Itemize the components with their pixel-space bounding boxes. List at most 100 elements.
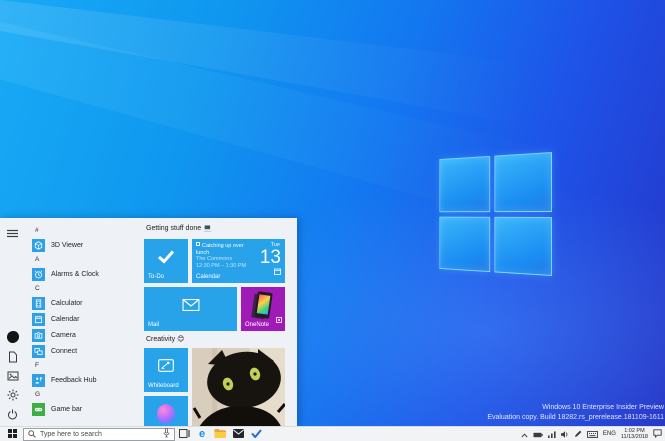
- mail-button[interactable]: [229, 427, 247, 441]
- app-item-game-bar[interactable]: Game bar: [30, 401, 142, 417]
- app-item-label: Calendar: [51, 315, 80, 323]
- edge-button[interactable]: e: [193, 427, 211, 441]
- watermark-line1: Windows 10 Enterprise Insider Preview: [542, 404, 664, 411]
- system-tray: ENG 1:02 PM 11/13/2018: [521, 425, 665, 441]
- windows-logo-pane: [439, 216, 491, 273]
- phone-screen: [256, 294, 271, 315]
- edge-icon: e: [198, 427, 206, 440]
- user-account-button[interactable]: [6, 331, 19, 343]
- microphone-icon[interactable]: [163, 425, 170, 441]
- calendar-event-title: Catching up over lunch: [196, 242, 244, 256]
- expand-menu-button[interactable]: [5, 226, 21, 240]
- tile-label: Whiteboard: [148, 383, 179, 389]
- tile-label: OneNote: [245, 322, 270, 328]
- tile-whiteboard[interactable]: Whiteboard: [144, 348, 188, 392]
- app-list-section-header[interactable]: A: [30, 253, 142, 266]
- start-menu-app-list: # 3D Viewer A Alarms & Clock C Calculato…: [25, 218, 142, 426]
- connect-icon: [32, 344, 45, 358]
- todo-button[interactable]: [247, 427, 265, 441]
- tile-calendar[interactable]: Catching up over lunch The Commons 12:30…: [192, 239, 285, 283]
- start-menu: # 3D Viewer A Alarms & Clock C Calculato…: [0, 218, 297, 426]
- app-item-alarms-clock[interactable]: Alarms & Clock: [30, 266, 142, 282]
- photo-badge-icon: [276, 310, 282, 328]
- battery-icon[interactable]: [533, 425, 543, 441]
- taskbar: Type here to search e ENG 1:02 PM 11/13/…: [0, 426, 665, 441]
- windows-logo-wallpaper: [439, 152, 552, 276]
- app-list-section-header[interactable]: F: [30, 359, 142, 372]
- tile-paint3d[interactable]: [144, 396, 188, 426]
- document-icon: [8, 351, 18, 363]
- tile-group-title[interactable]: Getting stuff done 💻: [146, 224, 285, 234]
- app-item-label: Calculator: [51, 299, 83, 307]
- tile-label: Mail: [148, 322, 160, 328]
- windows-start-icon: [7, 425, 17, 441]
- todo-check-icon: [250, 425, 262, 441]
- start-button[interactable]: [3, 427, 21, 441]
- search-input[interactable]: Type here to search: [23, 425, 175, 441]
- app-item-camera[interactable]: Camera: [30, 327, 142, 343]
- speaker-icon[interactable]: [560, 425, 569, 441]
- calendar-event-time: 12:30 PM – 1:30 PM: [196, 262, 247, 269]
- chevron-up-icon[interactable]: [521, 425, 528, 441]
- file-explorer-icon: [214, 425, 226, 441]
- clock[interactable]: 1:02 PM 11/13/2018: [621, 428, 648, 440]
- start-menu-tiles: Getting stuff done 💻 To-Do Catching up o…: [142, 218, 297, 426]
- event-icon: [196, 242, 200, 246]
- app-item-label: Alarms & Clock: [51, 270, 99, 278]
- app-list-section-header[interactable]: #: [30, 224, 142, 237]
- pictures-icon: [7, 371, 19, 381]
- windows-logo-pane: [439, 155, 491, 212]
- tile-onenote[interactable]: OneNote: [241, 287, 285, 331]
- app-item-connect[interactable]: Connect: [30, 343, 142, 359]
- balloon-graphic: [157, 404, 175, 424]
- gear-icon: [7, 389, 19, 401]
- windows-logo-pane: [494, 216, 552, 276]
- action-center-icon[interactable]: [653, 425, 662, 441]
- cat-photo: [192, 348, 285, 426]
- app-list-section-header[interactable]: G: [30, 388, 142, 401]
- camera-icon: [32, 328, 45, 342]
- calendar-mini-icon: [274, 262, 281, 280]
- app-item-label: Camera: [51, 331, 76, 339]
- windows-logo-pane: [494, 152, 552, 212]
- tile-group-1: To-Do Catching up over lunch The Commons…: [144, 239, 285, 331]
- app-item-calendar[interactable]: Calendar: [30, 311, 142, 327]
- documents-button[interactable]: [8, 351, 18, 363]
- app-list-section-header[interactable]: C: [30, 282, 142, 295]
- app-item-label: Feedback Hub: [51, 376, 97, 384]
- settings-button[interactable]: [7, 389, 19, 401]
- tile-todo[interactable]: To-Do: [144, 239, 188, 283]
- task-view-icon: [178, 425, 190, 441]
- pen-icon[interactable]: [574, 425, 582, 441]
- task-view-button[interactable]: [175, 427, 193, 441]
- whiteboard-icon: [158, 358, 174, 377]
- tile-label: Calendar: [196, 274, 221, 280]
- app-item-label: 3D Viewer: [51, 241, 84, 249]
- language-indicator[interactable]: ENG: [603, 431, 616, 437]
- search-icon: [28, 425, 36, 441]
- tile-mail[interactable]: Mail: [144, 287, 237, 331]
- alarms-clock-icon: [32, 267, 45, 281]
- 3d-viewer-icon: [32, 238, 45, 252]
- mail-icon: [232, 425, 244, 441]
- power-button[interactable]: [7, 409, 18, 420]
- pictures-button[interactable]: [7, 371, 19, 381]
- power-icon: [7, 409, 18, 420]
- app-item-calculator[interactable]: Calculator: [30, 295, 142, 311]
- calendar-icon: [32, 312, 45, 326]
- calculator-icon: [32, 296, 45, 310]
- file-explorer-button[interactable]: [211, 427, 229, 441]
- phone-photo: [254, 291, 273, 319]
- app-item-label: Game bar: [51, 405, 83, 413]
- app-item-label: Connect: [51, 347, 78, 355]
- tile-label: To-Do: [148, 274, 165, 280]
- tile-photos[interactable]: [192, 348, 285, 426]
- touch-keyboard-icon[interactable]: [586, 425, 598, 441]
- watermark-line2: Evaluation copy. Build 18282.rs_prerelea…: [487, 413, 664, 421]
- tile-group-title[interactable]: Creativity 😊: [146, 335, 285, 345]
- game-bar-icon: [32, 402, 45, 416]
- rail-bottom-group: [6, 331, 19, 420]
- app-item-feedback-hub[interactable]: Feedback Hub: [30, 372, 142, 388]
- network-icon[interactable]: [547, 425, 556, 441]
- app-item-3d-viewer[interactable]: 3D Viewer: [30, 237, 142, 253]
